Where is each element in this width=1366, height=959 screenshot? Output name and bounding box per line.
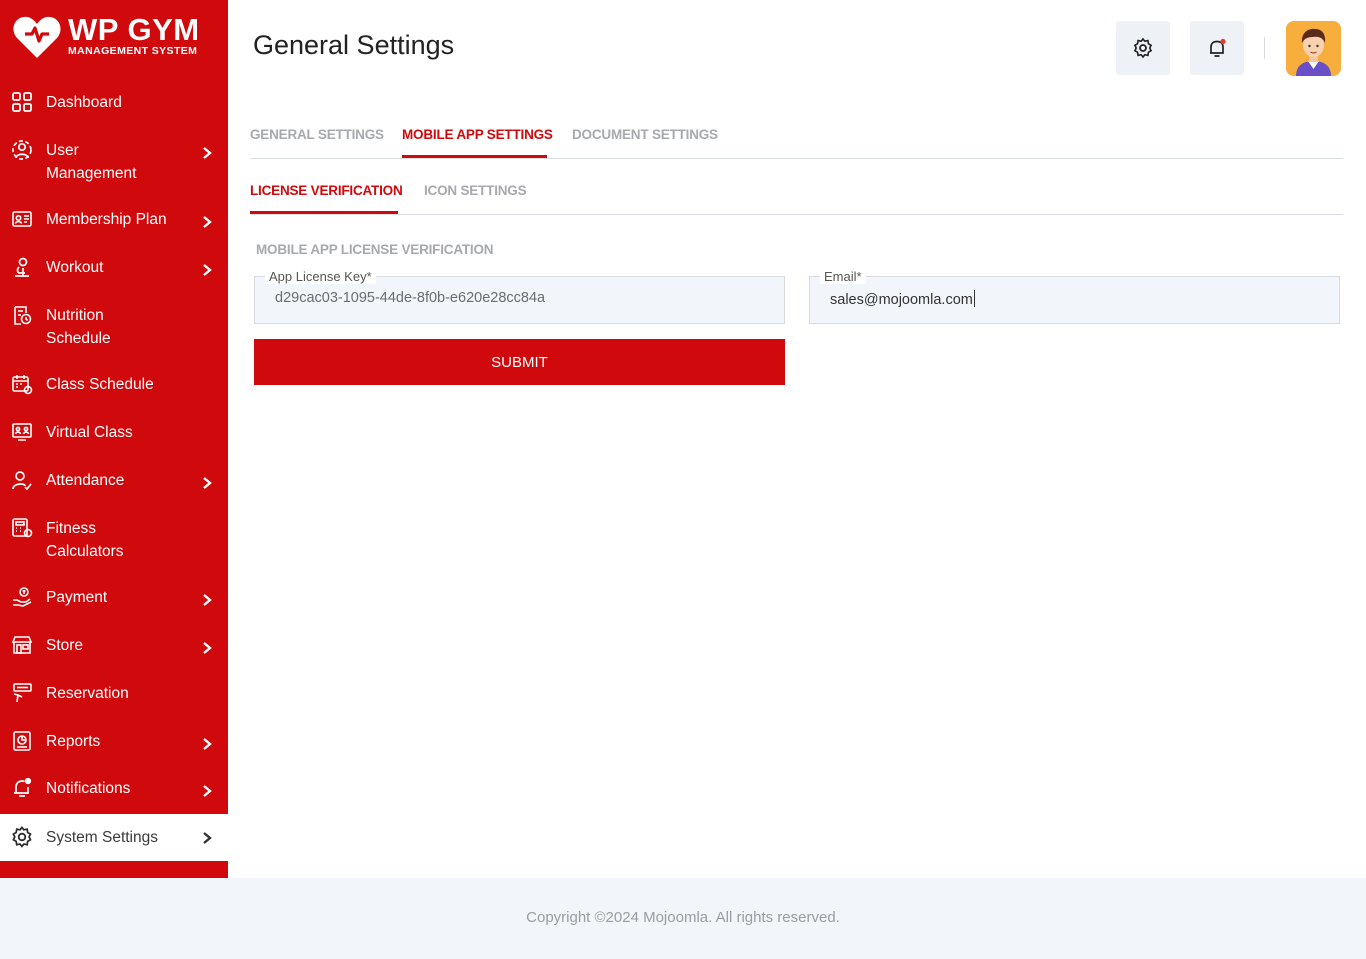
- reservation-icon: [11, 682, 33, 704]
- submit-button[interactable]: SUBMIT: [254, 339, 785, 385]
- attendance-icon: [11, 469, 33, 491]
- sidebar-item-label: Class Schedule: [46, 376, 154, 393]
- nutrition-icon: [11, 304, 33, 326]
- sidebar-item-system-settings[interactable]: System Settings: [0, 814, 228, 861]
- sidebar-item-label: Attendance: [46, 472, 125, 489]
- user-avatar-icon: [1286, 21, 1341, 76]
- sidebar-item-label: Reservation: [46, 685, 129, 702]
- sidebar-item-reservation[interactable]: Reservation: [0, 681, 228, 706]
- footer: Copyright ©2024 Mojoomla. All rights res…: [0, 878, 1366, 959]
- license-key-field[interactable]: App License Key* d29cac03-1095-44de-8f0b…: [254, 269, 785, 324]
- tab-mobile-app-settings[interactable]: MOBILE APP SETTINGS: [402, 127, 553, 142]
- store-icon: [11, 634, 33, 656]
- brand-logo[interactable]: WP GYM MANAGEMENT SYSTEM: [10, 12, 220, 62]
- email-field[interactable]: Email* sales@mojoomla.com: [809, 269, 1340, 324]
- notification-bell-icon: [11, 777, 33, 799]
- license-key-input[interactable]: d29cac03-1095-44de-8f0b-e620e28cc84a: [275, 290, 765, 306]
- header-divider: [1264, 37, 1265, 59]
- sidebar-item-label: Fitness Calculators: [46, 520, 124, 560]
- sidebar-item-label: Membership Plan: [46, 211, 167, 228]
- sidebar-item-store[interactable]: Store: [0, 633, 228, 658]
- sidebar-item-virtual-class[interactable]: Virtual Class: [0, 420, 228, 445]
- tab-general-settings[interactable]: GENERAL SETTINGS: [250, 127, 384, 142]
- chevron-right-icon: [203, 785, 212, 797]
- payment-icon: [11, 586, 33, 608]
- tab-license-verification[interactable]: LICENSE VERIFICATION: [250, 183, 403, 198]
- copyright-text: Copyright ©2024 Mojoomla. All rights res…: [526, 909, 840, 926]
- tab-document-settings[interactable]: DOCUMENT SETTINGS: [572, 127, 718, 142]
- sidebar-item-label: Nutrition Schedule: [46, 307, 111, 347]
- chevron-right-icon: [203, 594, 212, 606]
- subtabs-divider: [250, 214, 1343, 215]
- email-input[interactable]: sales@mojoomla.com: [830, 290, 1320, 308]
- sidebar-item-membership-plan[interactable]: Membership Plan: [0, 207, 228, 232]
- sidebar-item-user-management[interactable]: User Management: [0, 138, 228, 186]
- license-key-label: App License Key*: [265, 269, 376, 284]
- sidebar-item-attendance[interactable]: Attendance: [0, 468, 228, 493]
- reports-icon: [11, 730, 33, 752]
- sidebar-item-label: Dashboard: [46, 94, 122, 111]
- sidebar-item-fitness-calculators[interactable]: Fitness Calculators: [0, 516, 228, 564]
- email-value: sales@mojoomla.com: [830, 292, 973, 308]
- sidebar-item-notifications[interactable]: Notifications: [0, 776, 228, 801]
- page-title: General Settings: [253, 30, 455, 60]
- text-cursor: [973, 290, 975, 307]
- sidebar-item-label: Virtual Class: [46, 424, 133, 441]
- gear-icon: [11, 826, 33, 848]
- sidebar-item-label: Payment: [46, 589, 108, 606]
- tabs-divider: [250, 158, 1343, 159]
- user-management-icon: [11, 139, 33, 161]
- chevron-right-icon: [203, 477, 212, 489]
- sidebar-item-class-schedule[interactable]: Class Schedule: [0, 372, 228, 397]
- settings-button[interactable]: [1116, 21, 1170, 75]
- brand-tagline: MANAGEMENT SYSTEM: [68, 45, 198, 57]
- notifications-button[interactable]: [1190, 21, 1244, 75]
- chevron-right-icon: [203, 264, 212, 276]
- heart-logo-icon: [13, 16, 61, 58]
- sidebar-item-label: Store: [46, 637, 84, 654]
- calendar-icon: [11, 373, 33, 395]
- sidebar-item-dashboard[interactable]: Dashboard: [0, 90, 228, 115]
- chevron-right-icon: [203, 738, 212, 750]
- sidebar-item-label: Reports: [46, 733, 101, 750]
- sidebar-item-label: System Settings: [46, 829, 158, 846]
- sidebar: WP GYM MANAGEMENT SYSTEM Dashboard User …: [0, 0, 228, 878]
- brand-name: WP GYM: [68, 12, 200, 47]
- tab-icon-settings[interactable]: ICON SETTINGS: [424, 183, 527, 198]
- sidebar-item-label: User Management: [46, 142, 137, 182]
- sidebar-item-reports[interactable]: Reports: [0, 729, 228, 754]
- chevron-right-icon: [203, 832, 212, 844]
- sidebar-item-label: Notifications: [46, 780, 131, 797]
- workout-icon: [11, 256, 33, 278]
- sidebar-item-nutrition-schedule[interactable]: Nutrition Schedule: [0, 303, 228, 351]
- sidebar-item-workout[interactable]: Workout: [0, 255, 228, 280]
- section-title: MOBILE APP LICENSE VERIFICATION: [256, 242, 494, 257]
- membership-card-icon: [11, 208, 33, 230]
- chevron-right-icon: [203, 216, 212, 228]
- sidebar-item-payment[interactable]: Payment: [0, 585, 228, 610]
- gear-icon: [1133, 37, 1153, 59]
- calculator-icon: [11, 517, 33, 539]
- chevron-right-icon: [203, 147, 212, 159]
- sidebar-item-label: Workout: [46, 259, 104, 276]
- dashboard-icon: [11, 91, 33, 113]
- avatar[interactable]: [1286, 21, 1341, 76]
- bell-icon: [1210, 38, 1226, 57]
- chevron-right-icon: [203, 642, 212, 654]
- virtual-class-icon: [11, 421, 33, 443]
- email-label: Email*: [820, 269, 866, 284]
